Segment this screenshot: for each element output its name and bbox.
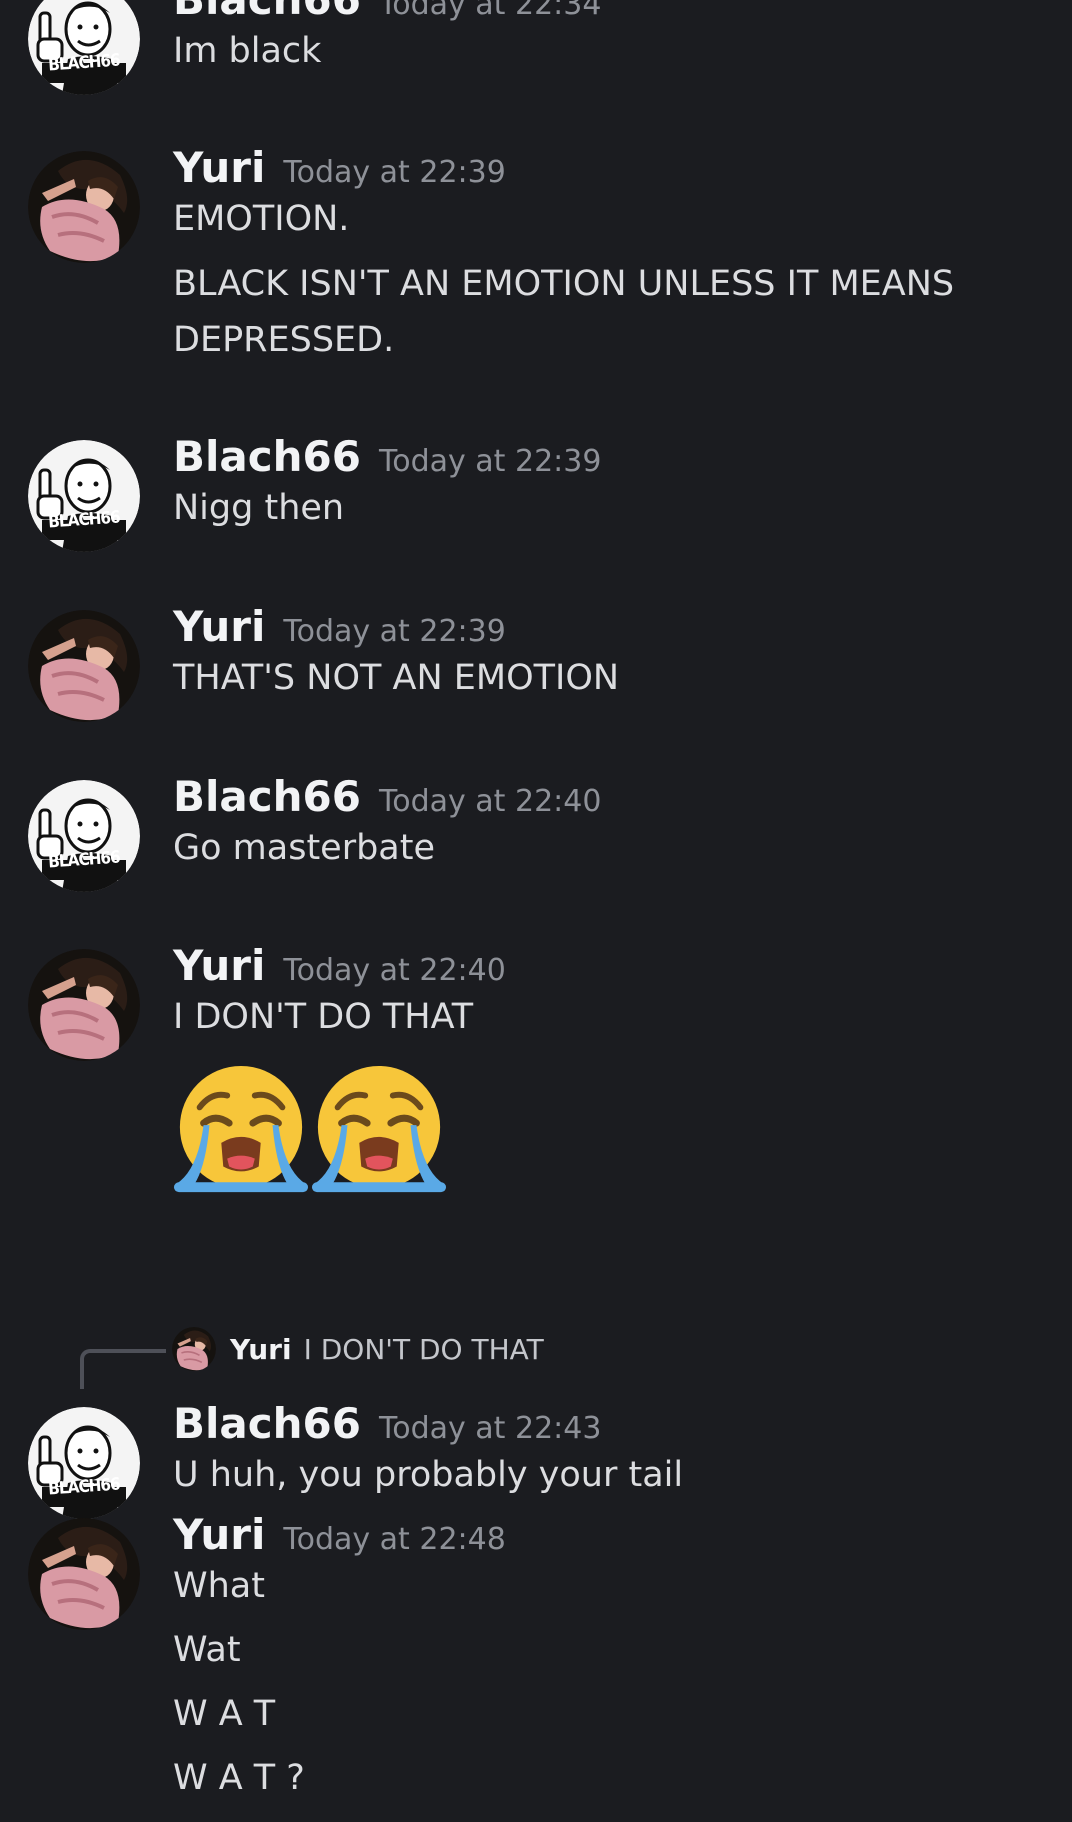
reply-avatar bbox=[172, 1327, 216, 1371]
message-text: What bbox=[173, 1566, 265, 1606]
message-text: Im black bbox=[173, 31, 322, 71]
message-header: Yuri Today at 22:40 bbox=[173, 941, 506, 990]
message-header: Blach66 Today at 22:34 bbox=[173, 0, 601, 24]
message-header: Yuri Today at 22:39 bbox=[173, 143, 506, 192]
message-header: Blach66 Today at 22:39 bbox=[173, 432, 601, 481]
yuri-avatar[interactable] bbox=[28, 949, 140, 1061]
timestamp: Today at 22:40 bbox=[283, 953, 506, 988]
blach66-avatar[interactable]: BLACH66 bbox=[28, 440, 140, 552]
timestamp: Today at 22:34 bbox=[379, 0, 602, 22]
blach66-avatar[interactable]: BLACH66 bbox=[28, 0, 140, 95]
message-text: THAT'S NOT AN EMOTION bbox=[173, 658, 620, 698]
message-text: EMOTION. bbox=[173, 199, 350, 239]
loudly-crying-face-icon[interactable] bbox=[310, 1061, 448, 1205]
message-header: Yuri Today at 22:48 bbox=[173, 1510, 506, 1559]
username[interactable]: Blach66 bbox=[173, 432, 361, 481]
username[interactable]: Yuri bbox=[173, 143, 265, 192]
message-text: Go masterbate bbox=[173, 828, 436, 868]
username[interactable]: Yuri bbox=[173, 1510, 265, 1559]
timestamp: Today at 22:43 bbox=[379, 1411, 602, 1446]
message-text: BLACK ISN'T AN EMOTION UNLESS IT MEANS bbox=[173, 264, 955, 304]
message-header: Blach66 Today at 22:43 bbox=[173, 1399, 601, 1448]
username[interactable]: Blach66 bbox=[173, 0, 361, 24]
message-text: W A T ? bbox=[173, 1758, 305, 1798]
reply-author[interactable]: Yuri bbox=[230, 1333, 292, 1366]
reply-text[interactable]: I DON'T DO THAT bbox=[304, 1333, 544, 1366]
username[interactable]: Blach66 bbox=[173, 772, 361, 821]
blach66-avatar[interactable]: BLACH66 bbox=[28, 1407, 140, 1519]
timestamp: Today at 22:48 bbox=[283, 1522, 506, 1557]
yuri-avatar[interactable] bbox=[28, 151, 140, 263]
timestamp: Today at 22:40 bbox=[379, 784, 602, 819]
blach66-avatar[interactable]: BLACH66 bbox=[28, 780, 140, 892]
yuri-avatar[interactable] bbox=[28, 610, 140, 722]
reply-connector bbox=[80, 1349, 166, 1389]
message-text: U huh, you probably your tail bbox=[173, 1455, 684, 1495]
timestamp: Today at 22:39 bbox=[379, 444, 602, 479]
message-header: Blach66 Today at 22:40 bbox=[173, 772, 601, 821]
reply-preview[interactable]: Yuri I DON'T DO THAT bbox=[172, 1327, 544, 1371]
message-text: Nigg then bbox=[173, 488, 345, 528]
timestamp: Today at 22:39 bbox=[283, 155, 506, 190]
message-text: DEPRESSED. bbox=[173, 320, 395, 360]
message-header: Yuri Today at 22:39 bbox=[173, 602, 506, 651]
message-text: Wat bbox=[173, 1630, 241, 1670]
username[interactable]: Blach66 bbox=[173, 1399, 361, 1448]
message-text: I DON'T DO THAT bbox=[173, 997, 474, 1037]
username[interactable]: Yuri bbox=[173, 941, 265, 990]
username[interactable]: Yuri bbox=[173, 602, 265, 651]
message-text: W A T bbox=[173, 1694, 276, 1734]
loudly-crying-face-icon[interactable] bbox=[172, 1061, 310, 1205]
emoji-row bbox=[172, 1061, 448, 1205]
timestamp: Today at 22:39 bbox=[283, 614, 506, 649]
yuri-avatar[interactable] bbox=[28, 1518, 140, 1630]
